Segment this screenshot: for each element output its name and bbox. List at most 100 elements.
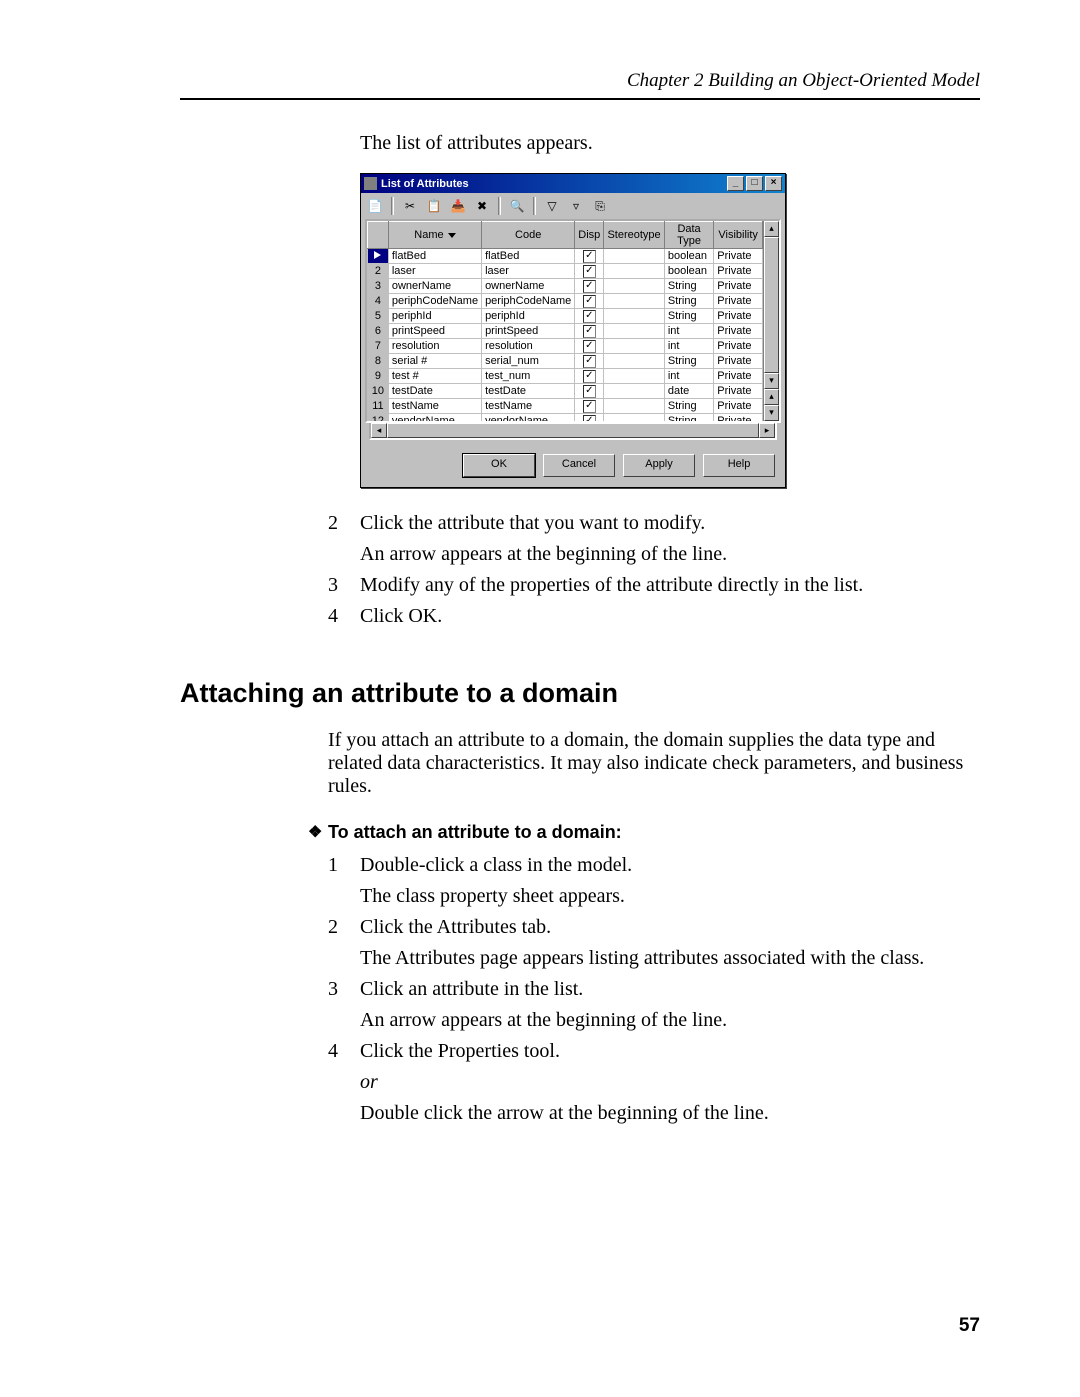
- cell-code[interactable]: resolution: [482, 339, 575, 354]
- cell-stereotype[interactable]: [604, 414, 665, 422]
- find-icon[interactable]: 🔍: [507, 197, 527, 215]
- cell-stereotype[interactable]: [604, 324, 665, 339]
- scroll-thumb[interactable]: [764, 237, 779, 373]
- customize-icon[interactable]: ⎘: [590, 197, 610, 215]
- vertical-scrollbar[interactable]: ▴ ▾ ▴ ▾: [763, 221, 779, 421]
- row-header[interactable]: [368, 249, 389, 264]
- cell-display[interactable]: ✓: [575, 264, 604, 279]
- attributes-grid[interactable]: Name Code Disp Stereotype Data Type Visi…: [367, 221, 763, 421]
- cell-display[interactable]: ✓: [575, 399, 604, 414]
- cell-visibility[interactable]: Private: [714, 294, 763, 309]
- cell-name[interactable]: ownerName: [388, 279, 481, 294]
- checkbox-icon[interactable]: ✓: [583, 340, 596, 353]
- col-rownum[interactable]: [368, 222, 389, 249]
- cell-datatype[interactable]: boolean: [664, 264, 713, 279]
- cell-datatype[interactable]: boolean: [664, 249, 713, 264]
- row-header[interactable]: 6: [368, 324, 389, 339]
- row-header[interactable]: 12: [368, 414, 389, 422]
- cell-name[interactable]: test #: [388, 369, 481, 384]
- help-button[interactable]: Help: [703, 454, 775, 477]
- row-header[interactable]: 10: [368, 384, 389, 399]
- col-visibility[interactable]: Visibility: [714, 222, 763, 249]
- checkbox-icon[interactable]: ✓: [583, 325, 596, 338]
- cell-datatype[interactable]: String: [664, 399, 713, 414]
- scroll-up-icon[interactable]: ▴: [764, 221, 779, 237]
- cell-code[interactable]: laser: [482, 264, 575, 279]
- cell-visibility[interactable]: Private: [714, 414, 763, 422]
- delete-icon[interactable]: ✖: [472, 197, 492, 215]
- cell-datatype[interactable]: String: [664, 414, 713, 422]
- row-header[interactable]: 11: [368, 399, 389, 414]
- cell-name[interactable]: testName: [388, 399, 481, 414]
- scroll-right-icon[interactable]: ▸: [759, 423, 775, 438]
- row-header[interactable]: 7: [368, 339, 389, 354]
- filter-icon[interactable]: ▽: [542, 197, 562, 215]
- cell-datatype[interactable]: String: [664, 354, 713, 369]
- cell-visibility[interactable]: Private: [714, 354, 763, 369]
- cell-visibility[interactable]: Private: [714, 249, 763, 264]
- cell-visibility[interactable]: Private: [714, 309, 763, 324]
- cell-stereotype[interactable]: [604, 339, 665, 354]
- table-row[interactable]: 4periphCodeNameperiphCodeName✓StringPriv…: [368, 294, 763, 309]
- cell-name[interactable]: testDate: [388, 384, 481, 399]
- paste-icon[interactable]: 📥: [448, 197, 468, 215]
- cell-name[interactable]: printSpeed: [388, 324, 481, 339]
- horizontal-scrollbar[interactable]: ◂ ▸: [369, 423, 777, 440]
- checkbox-icon[interactable]: ✓: [583, 280, 596, 293]
- cell-display[interactable]: ✓: [575, 369, 604, 384]
- cell-stereotype[interactable]: [604, 369, 665, 384]
- cell-code[interactable]: periphCodeName: [482, 294, 575, 309]
- cell-code[interactable]: serial_num: [482, 354, 575, 369]
- cell-name[interactable]: serial #: [388, 354, 481, 369]
- checkbox-icon[interactable]: ✓: [583, 385, 596, 398]
- cell-code[interactable]: testName: [482, 399, 575, 414]
- row-header[interactable]: 3: [368, 279, 389, 294]
- cell-datatype[interactable]: String: [664, 294, 713, 309]
- cell-datatype[interactable]: String: [664, 309, 713, 324]
- table-row[interactable]: 11testNametestName✓StringPrivate: [368, 399, 763, 414]
- close-button[interactable]: ×: [765, 176, 782, 191]
- table-row[interactable]: 8serial #serial_num✓StringPrivate: [368, 354, 763, 369]
- cell-display[interactable]: ✓: [575, 384, 604, 399]
- row-header[interactable]: 8: [368, 354, 389, 369]
- cell-code[interactable]: printSpeed: [482, 324, 575, 339]
- maximize-button[interactable]: □: [746, 176, 763, 191]
- cell-visibility[interactable]: Private: [714, 384, 763, 399]
- col-datatype[interactable]: Data Type: [664, 222, 713, 249]
- cell-datatype[interactable]: date: [664, 384, 713, 399]
- apply-button[interactable]: Apply: [623, 454, 695, 477]
- ok-button[interactable]: OK: [463, 454, 535, 477]
- cell-code[interactable]: ownerName: [482, 279, 575, 294]
- cell-code[interactable]: vendorName: [482, 414, 575, 422]
- cell-stereotype[interactable]: [604, 354, 665, 369]
- cut-icon[interactable]: ✂: [400, 197, 420, 215]
- cell-name[interactable]: vendorName: [388, 414, 481, 422]
- cell-visibility[interactable]: Private: [714, 324, 763, 339]
- copy-icon[interactable]: 📋: [424, 197, 444, 215]
- checkbox-icon[interactable]: ✓: [583, 265, 596, 278]
- cell-datatype[interactable]: int: [664, 324, 713, 339]
- scroll-end-down-icon[interactable]: ▾: [764, 405, 779, 421]
- cell-visibility[interactable]: Private: [714, 264, 763, 279]
- checkbox-icon[interactable]: ✓: [583, 310, 596, 323]
- cell-display[interactable]: ✓: [575, 339, 604, 354]
- cell-display[interactable]: ✓: [575, 294, 604, 309]
- row-header[interactable]: 5: [368, 309, 389, 324]
- cell-visibility[interactable]: Private: [714, 279, 763, 294]
- scroll-left-icon[interactable]: ◂: [371, 423, 387, 438]
- cell-stereotype[interactable]: [604, 264, 665, 279]
- cell-display[interactable]: ✓: [575, 414, 604, 422]
- checkbox-icon[interactable]: ✓: [583, 415, 596, 421]
- cell-datatype[interactable]: String: [664, 279, 713, 294]
- table-row[interactable]: flatBedflatBed✓booleanPrivate: [368, 249, 763, 264]
- cell-stereotype[interactable]: [604, 249, 665, 264]
- table-row[interactable]: 9test #test_num✓intPrivate: [368, 369, 763, 384]
- cell-stereotype[interactable]: [604, 399, 665, 414]
- scroll-down-icon[interactable]: ▾: [764, 373, 779, 389]
- col-disp[interactable]: Disp: [575, 222, 604, 249]
- minimize-button[interactable]: _: [727, 176, 744, 191]
- cell-display[interactable]: ✓: [575, 309, 604, 324]
- cell-stereotype[interactable]: [604, 294, 665, 309]
- cell-stereotype[interactable]: [604, 279, 665, 294]
- cell-code[interactable]: flatBed: [482, 249, 575, 264]
